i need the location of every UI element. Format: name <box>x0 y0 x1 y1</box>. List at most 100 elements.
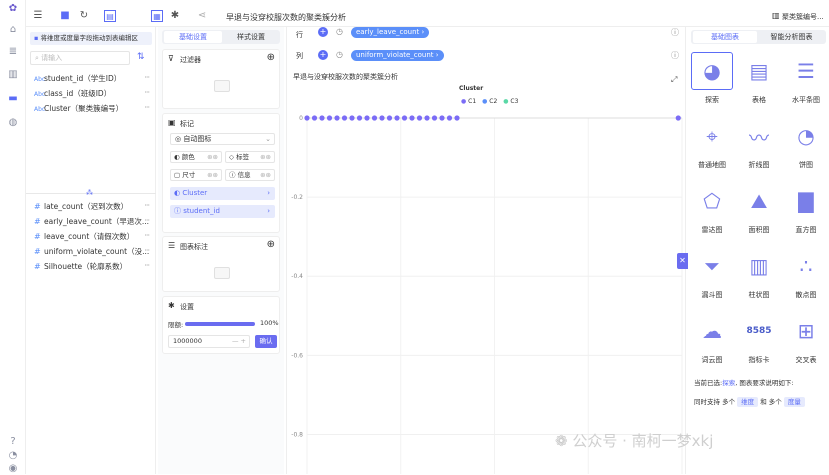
share-icon[interactable]: ⋖ <box>196 10 208 22</box>
scatter-point[interactable] <box>394 115 400 121</box>
chart-type-radar-icon[interactable]: ⬠ <box>691 182 733 220</box>
limit-input[interactable]: 1000000 — + <box>168 335 250 348</box>
scatter-point[interactable] <box>304 115 310 121</box>
drag-handle-icon[interactable]: ⁂ <box>86 189 93 197</box>
field-item-student-id[interactable]: Abcstudent_id（学生ID） <box>34 73 121 84</box>
more-icon[interactable]: ··· <box>144 231 150 240</box>
scatter-point[interactable] <box>401 115 408 121</box>
scatter-point[interactable] <box>386 115 393 121</box>
database-icon[interactable]: ≣ <box>7 46 19 58</box>
field-item-late-count[interactable]: # late_count（迟到次数） <box>34 201 128 212</box>
field-item-uniform-violate-count[interactable]: # uniform_violate_count（没... <box>34 246 149 257</box>
chart-type-column-icon[interactable]: ▥ <box>738 247 780 285</box>
scatter-point[interactable] <box>439 115 445 121</box>
scatter-point[interactable] <box>326 115 333 121</box>
scatter-point[interactable] <box>675 115 681 121</box>
layout-icon[interactable]: ▦ <box>151 10 163 22</box>
row-field-pill[interactable]: early_leave_count › <box>351 27 430 38</box>
chart-type-map-icon[interactable]: ⌖ <box>691 117 733 155</box>
scatter-point[interactable] <box>341 115 348 121</box>
tab-basic-charts[interactable]: 基础图表 <box>693 31 757 43</box>
menu-icon[interactable]: ☰ <box>32 10 44 22</box>
limit-slider-track[interactable] <box>185 322 255 326</box>
size-encoding[interactable]: ▢ 尺寸 ⊛⊛ <box>170 169 222 181</box>
collapse-panel-button[interactable]: ✕ <box>677 253 688 269</box>
field-item-cluster[interactable]: AbcCluster（聚类簇编号） <box>34 103 123 114</box>
clock-icon[interactable]: ◷ <box>336 27 343 36</box>
app-logo-icon[interactable]: ✿ <box>7 3 19 15</box>
stepper-icon[interactable]: — + <box>232 336 246 347</box>
help-icon[interactable]: ? <box>7 436 19 448</box>
info-icon[interactable]: ⓘ <box>671 50 679 61</box>
settings-icon[interactable]: ✱ <box>169 10 181 22</box>
globe-icon[interactable]: ◍ <box>7 117 19 129</box>
tab-smart-charts[interactable]: 智能分析图表 <box>759 31 824 43</box>
more-icon[interactable]: ··· <box>144 73 150 82</box>
refresh-icon[interactable]: ↻ <box>78 10 90 22</box>
scatter-point[interactable] <box>446 115 453 121</box>
field-item-silhouette[interactable]: # Silhouette（轮廓系数） <box>34 261 127 272</box>
chart-type-histogram-icon[interactable]: ▇ <box>785 182 827 220</box>
more-icon[interactable]: ··· <box>144 246 150 255</box>
cluster-encoding-pill[interactable]: ◐ Cluster › <box>170 187 275 200</box>
chart-type-wordcloud-icon[interactable]: ☁ <box>691 312 733 350</box>
add-filter-icon[interactable]: ⊕ <box>267 52 275 63</box>
add-annotation-icon[interactable]: ⊕ <box>267 239 275 250</box>
scatter-point[interactable] <box>311 115 318 121</box>
scatter-point[interactable] <box>371 115 378 121</box>
more-icon[interactable]: ··· <box>144 261 150 270</box>
chart-type-scatter-icon[interactable]: ∴ <box>785 247 827 285</box>
scatter-point[interactable] <box>379 115 385 121</box>
confirm-button[interactable]: 确认 <box>255 335 277 348</box>
mark-type-select[interactable]: ◎ 自动图标 ⌄ <box>170 133 275 145</box>
field-item-leave-count[interactable]: # leave_count（请假次数） <box>34 231 134 242</box>
col-field-pill[interactable]: uniform_violate_count › <box>351 50 444 61</box>
scatter-point[interactable] <box>424 115 430 121</box>
chart-type-pie-icon[interactable]: ◔ <box>785 117 827 155</box>
chart-type-table-icon[interactable]: ▤ <box>738 52 780 90</box>
student-encoding-pill[interactable]: ⓘ student_id › <box>170 205 275 218</box>
chart-type-horizontal-bar-icon[interactable]: ☰ <box>785 52 827 90</box>
tab-basic-settings[interactable]: 基础设置 <box>164 31 222 43</box>
sort-icon[interactable]: ⇅ <box>137 52 145 62</box>
more-icon[interactable]: ··· <box>144 88 150 97</box>
user-icon[interactable]: ◉ <box>7 463 19 475</box>
label-encoding[interactable]: ◇ 标签 ⊛⊛ <box>225 151 275 163</box>
legend-item-c2[interactable]: ● C2 <box>482 98 497 105</box>
scatter-point[interactable] <box>319 115 325 121</box>
scatter-point[interactable] <box>431 115 438 121</box>
field-item-class-id[interactable]: Abcclass_id（班级ID） <box>34 88 111 99</box>
chart-icon[interactable]: ▥ <box>7 69 19 81</box>
color-encoding[interactable]: ◐ 颜色 ⊛⊛ <box>170 151 222 163</box>
scatter-point[interactable] <box>364 115 370 121</box>
search-input[interactable]: ⌕ 请输入 <box>30 51 130 65</box>
scatter-point[interactable] <box>349 115 355 121</box>
folder-icon[interactable]: ▬ <box>7 93 19 105</box>
chart-type-funnel-icon[interactable]: ⏷ <box>691 247 733 285</box>
chart-type-metric-card-icon[interactable]: 8585 <box>738 312 780 350</box>
scatter-point[interactable] <box>454 115 460 121</box>
info-encoding[interactable]: ⓘ 信息 ⊛⊛ <box>225 169 275 181</box>
home-icon[interactable]: ⌂ <box>7 24 19 36</box>
dataset-selector[interactable]: 聚类簇编号... <box>782 12 824 22</box>
add-row-icon[interactable]: + <box>318 27 328 37</box>
field-item-early-leave-count[interactable]: # early_leave_count（早退次... <box>34 216 149 227</box>
chart-type-crosstab-icon[interactable]: ⊞ <box>785 312 827 350</box>
scatter-point[interactable] <box>416 115 423 121</box>
info-icon[interactable]: ⓘ <box>671 27 679 38</box>
chart-type-area-icon[interactable]: ⛰ <box>738 182 780 220</box>
scatter-point[interactable] <box>334 115 340 121</box>
chart-type-line-icon[interactable]: 〰 <box>738 117 780 155</box>
more-icon[interactable]: ··· <box>144 216 150 225</box>
save-icon[interactable]: ■ <box>59 10 71 22</box>
chart-type-explore-icon[interactable]: ◕ <box>691 52 733 90</box>
clock-icon[interactable]: ◷ <box>336 50 343 59</box>
add-col-icon[interactable]: + <box>318 50 328 60</box>
more-icon[interactable]: ··· <box>144 201 150 210</box>
bell-icon[interactable]: ◔ <box>7 450 19 462</box>
tab-style-settings[interactable]: 样式设置 <box>222 31 280 43</box>
legend-item-c1[interactable]: ● C1 <box>461 98 476 105</box>
page-icon[interactable]: ▤ <box>104 10 116 22</box>
scatter-point[interactable] <box>409 115 415 121</box>
legend-item-c3[interactable]: ● C3 <box>503 98 518 105</box>
